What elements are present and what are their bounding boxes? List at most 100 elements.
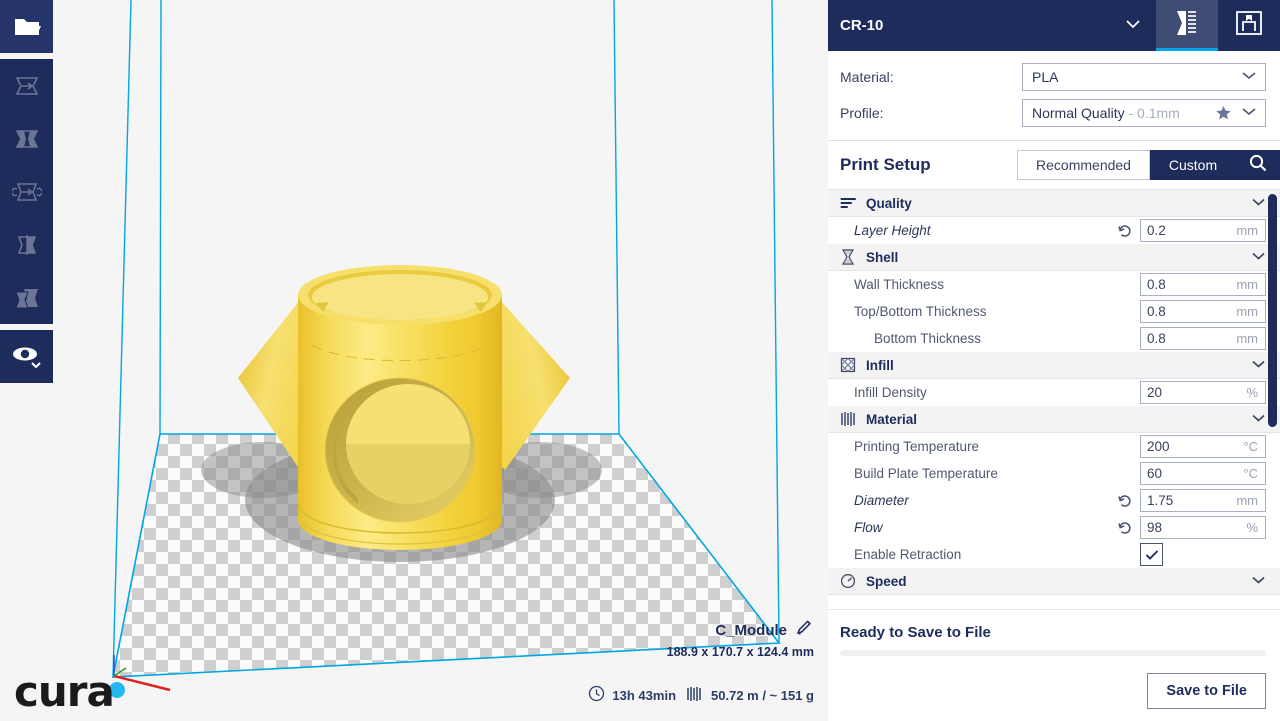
setting-unit: %	[1246, 385, 1258, 400]
settings-category-shell[interactable]: Shell	[828, 244, 1280, 271]
material-icon	[840, 411, 860, 427]
mode-recommended-button[interactable]: Recommended	[1017, 150, 1150, 180]
tab-marketplace[interactable]	[1218, 0, 1280, 51]
settings-category-speed[interactable]: Speed	[828, 568, 1280, 595]
setting-label: Diameter	[854, 493, 909, 508]
chevron-down-icon	[1124, 17, 1142, 35]
setting-value-field[interactable]: 60 °C	[1140, 462, 1266, 485]
setting-row: Bottom Thickness 0.8 mm	[828, 325, 1280, 352]
view-mode-button[interactable]	[0, 330, 53, 383]
setting-value-field[interactable]: 20%	[1140, 381, 1266, 404]
profile-value: Normal Quality - 0.1mm	[1032, 105, 1180, 121]
printer-selector[interactable]: CR-10	[828, 0, 1156, 51]
print-time-stat: 13h 43min	[588, 685, 676, 705]
revert-icon[interactable]	[1114, 224, 1136, 238]
printer-name: CR-10	[840, 17, 884, 34]
settings-scrollbar-track[interactable]	[1268, 194, 1277, 605]
setting-value-field[interactable]: 0.8 mm	[1140, 327, 1266, 350]
open-file-button[interactable]	[0, 0, 53, 53]
speed-icon	[840, 573, 860, 589]
setting-value: 1.75	[1147, 493, 1174, 508]
marketplace-icon	[1234, 9, 1264, 42]
rotate-icon	[11, 180, 42, 204]
setting-unit: mm	[1236, 223, 1258, 238]
setting-checkbox[interactable]	[1140, 543, 1163, 566]
material-profile-section: Material: PLA Profile: Normal Quality - …	[828, 51, 1280, 141]
tab-print-setup[interactable]	[1156, 0, 1218, 51]
setting-unit: mm	[1236, 304, 1258, 319]
3d-viewport[interactable]: cura C_Module 188.9 x 170.7 x 124.4 mm 1…	[0, 0, 828, 721]
edit-pencil-icon[interactable]	[796, 619, 814, 642]
setting-row: Diameter 1.75 mm	[828, 487, 1280, 514]
material-select[interactable]: PLA	[1022, 63, 1266, 91]
revert-icon[interactable]	[1114, 494, 1136, 508]
setting-unit: °C	[1243, 439, 1258, 454]
setting-row: Build Plate Temperature 60 °C	[828, 460, 1280, 487]
eye-icon	[10, 343, 44, 371]
move-tool-button[interactable]	[0, 59, 53, 112]
profile-select[interactable]: Normal Quality - 0.1mm	[1022, 99, 1266, 127]
setting-unit: mm	[1236, 493, 1258, 508]
per-model-settings-button[interactable]	[0, 271, 53, 324]
move-icon	[13, 74, 41, 98]
settings-panel: Quality Layer Height 0.2 mm Shell Wall Thickn…	[828, 189, 1280, 609]
right-panel: CR-10 Material: PLA Profile: Normal Qual…	[828, 0, 1280, 721]
setting-value-field[interactable]: 1.75 mm	[1140, 489, 1266, 512]
settings-category-material[interactable]: Material	[828, 406, 1280, 433]
setting-value-field[interactable]: 0.8 mm	[1140, 273, 1266, 296]
setting-unit: mm	[1236, 277, 1258, 292]
setting-label: Flow	[854, 520, 883, 535]
setting-row: Printing Temperature 200 °C	[828, 433, 1280, 460]
material-label: Material:	[840, 69, 894, 85]
mirror-tool-button[interactable]	[0, 218, 53, 271]
settings-scrollbar-thumb[interactable]	[1268, 194, 1277, 427]
file-tool-group	[0, 0, 53, 53]
setting-row: Enable Retraction	[828, 541, 1280, 568]
progress-bar-track	[840, 650, 1266, 656]
setting-value: 98	[1147, 520, 1163, 535]
setting-value-field[interactable]: 0.8 mm	[1140, 300, 1266, 323]
model-info-overlay: C_Module 188.9 x 170.7 x 124.4 mm	[667, 619, 814, 659]
scale-tool-button[interactable]	[0, 112, 53, 165]
chevron-down-icon	[1241, 104, 1257, 122]
setting-label: Top/Bottom Thickness	[854, 304, 987, 319]
setting-value-field[interactable]: 98%	[1140, 516, 1266, 539]
profile-row: Profile: Normal Quality - 0.1mm	[840, 98, 1266, 128]
setting-row: Layer Height 0.2 mm	[828, 217, 1280, 244]
settings-list[interactable]: Quality Layer Height 0.2 mm Shell Wall Thickn…	[828, 190, 1280, 609]
material-usage-stat: 50.72 m / ~ 151 g	[686, 686, 814, 705]
folder-icon	[13, 15, 41, 39]
setting-value-field[interactable]: 0.2 mm	[1140, 219, 1266, 242]
settings-category-infill[interactable]: Infill	[828, 352, 1280, 379]
transform-tool-group	[0, 59, 53, 324]
print-setup-header: Print Setup Recommended Custom	[828, 141, 1280, 189]
chevron-down-icon[interactable]	[1251, 572, 1266, 590]
3d-scene	[109, 0, 781, 698]
checkbox-slot	[1140, 543, 1266, 566]
profile-layer-height: - 0.1mm	[1124, 105, 1180, 121]
category-label: Material	[866, 411, 918, 427]
settings-category-quality[interactable]: Quality	[828, 190, 1280, 217]
search-icon	[1248, 153, 1268, 178]
chevron-down-icon[interactable]	[1251, 356, 1266, 374]
infill-icon	[840, 357, 860, 373]
revert-icon[interactable]	[1114, 521, 1136, 535]
save-to-file-button[interactable]: Save to File	[1147, 673, 1266, 709]
setting-value: 0.8	[1147, 304, 1166, 319]
category-label: Quality	[866, 195, 912, 211]
setup-mode-toggle: Recommended Custom	[1017, 150, 1236, 180]
category-label: Infill	[866, 357, 894, 373]
chevron-down-icon[interactable]	[1251, 248, 1266, 266]
mode-custom-button[interactable]: Custom	[1150, 150, 1236, 180]
setting-row: Infill Density 20%	[828, 379, 1280, 406]
star-icon[interactable]	[1215, 105, 1232, 121]
shell-icon	[840, 249, 860, 265]
settings-search-button[interactable]	[1236, 150, 1280, 180]
rotate-tool-button[interactable]	[0, 165, 53, 218]
category-label: Speed	[866, 573, 907, 589]
chevron-down-icon[interactable]	[1251, 410, 1266, 428]
setting-value-field[interactable]: 200 °C	[1140, 435, 1266, 458]
left-toolbar	[0, 0, 53, 383]
chevron-down-icon[interactable]	[1251, 194, 1266, 212]
action-area: Ready to Save to File Save to File	[828, 609, 1280, 721]
